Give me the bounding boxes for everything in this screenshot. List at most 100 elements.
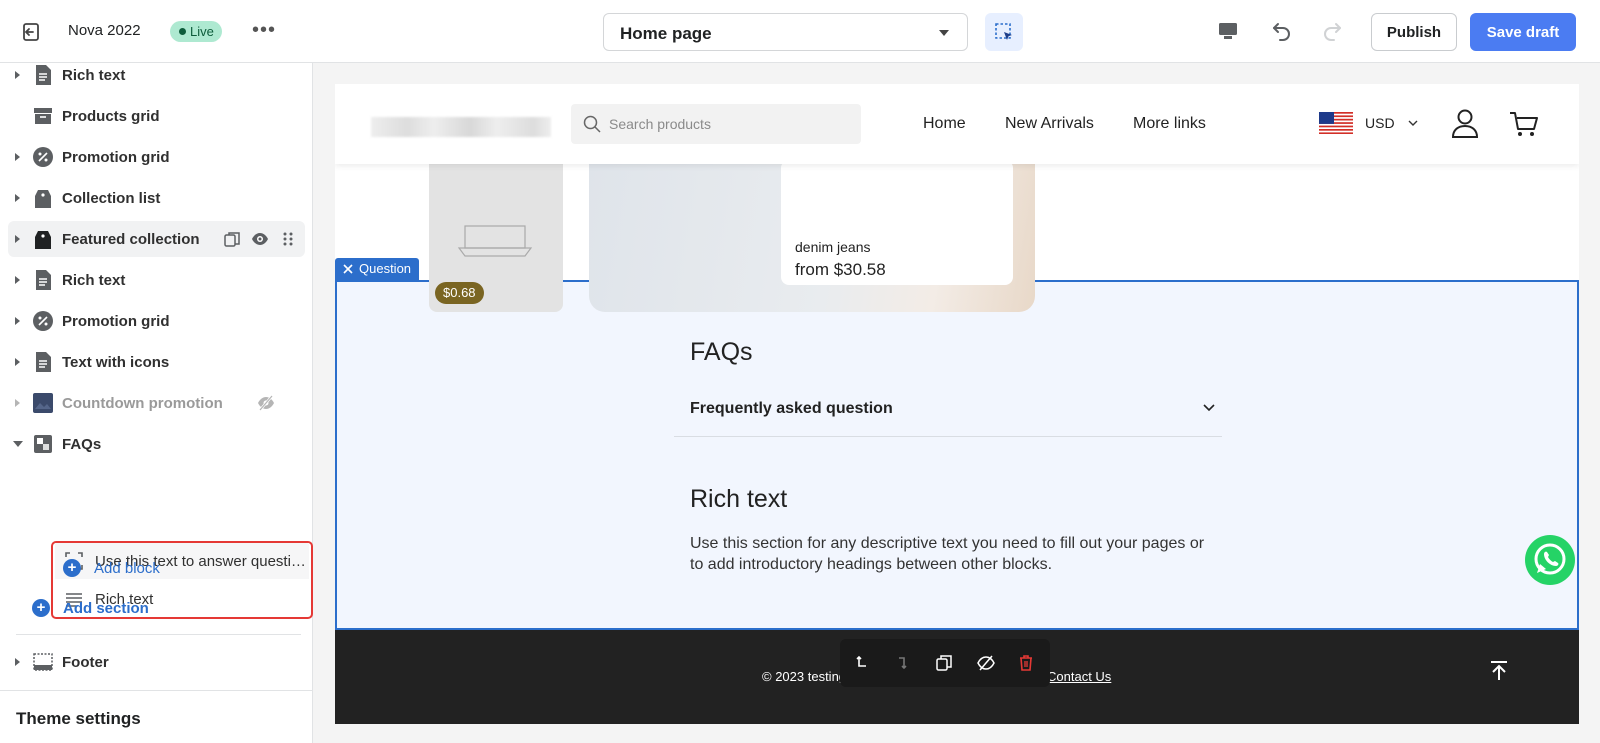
nav-link-more-links[interactable]: More links	[1133, 115, 1206, 133]
delete-icon[interactable]	[1016, 653, 1036, 673]
live-status-badge: Live	[170, 21, 222, 42]
eye-hidden-icon[interactable]	[976, 653, 996, 673]
eye-icon[interactable]	[251, 230, 269, 248]
store-footer: © 2023 testing Contact Us	[335, 630, 1579, 724]
sidebar-section-label: Collection list	[62, 190, 161, 207]
sidebar-section-label: Promotion grid	[62, 313, 170, 330]
document-icon	[36, 352, 51, 372]
top-bar: Nova 2022 Live ••• Home page Publish Sav…	[0, 0, 1600, 63]
inspector-toggle-button[interactable]	[985, 13, 1023, 51]
store-logo[interactable]	[371, 117, 551, 137]
caret-right-icon[interactable]	[15, 276, 20, 284]
duplicate-icon[interactable]	[934, 653, 954, 673]
page-selector[interactable]: Home page	[603, 13, 968, 51]
nav-link-home[interactable]: Home	[923, 115, 966, 133]
move-up-icon[interactable]	[852, 653, 872, 673]
search-products-input[interactable]: Search products	[571, 104, 861, 144]
sidebar-section-label: Footer	[62, 654, 109, 671]
currency-selector[interactable]: USD	[1365, 115, 1395, 131]
price-badge: $0.68	[435, 282, 484, 304]
faq-section[interactable]: FAQs Frequently asked question Rich text…	[335, 280, 1579, 630]
caret-right-icon[interactable]	[15, 358, 20, 366]
select-cursor-icon	[995, 23, 1012, 40]
user-account-icon[interactable]	[1451, 108, 1479, 138]
sidebar-section-label: Rich text	[62, 67, 126, 84]
footer-icon	[33, 653, 53, 671]
sidebar-section-faqs[interactable]: FAQs	[8, 426, 305, 462]
sidebar-divider	[16, 634, 301, 635]
undo-icon[interactable]	[1270, 19, 1294, 43]
chevron-down-icon[interactable]	[1201, 400, 1217, 416]
sidebar-section-featured-collection[interactable]: Featured collection	[8, 221, 305, 257]
footer-copyright: © 2023 testing	[762, 669, 847, 684]
sidebar-section-label: Text with icons	[62, 354, 170, 371]
sidebar-section-label: Rich text	[62, 272, 126, 289]
sidebar-section-promotion-grid[interactable]: Promotion grid	[8, 139, 305, 175]
chevron-down-icon[interactable]	[1407, 117, 1419, 129]
sidebar-section-label: Countdown promotion	[62, 395, 223, 412]
plus-circle-icon: +	[63, 559, 81, 577]
selected-block-tag[interactable]: Question	[335, 258, 420, 280]
caret-right-icon[interactable]	[15, 658, 20, 666]
sections-sidebar: Rich text Products grid Promotion grid C…	[0, 63, 313, 743]
cart-icon[interactable]	[1509, 110, 1539, 138]
sidebar-section-collection-list[interactable]: Collection list	[8, 180, 305, 216]
caret-right-icon[interactable]	[15, 194, 20, 202]
rich-text-body: Use this section for any descriptive tex…	[690, 535, 1205, 573]
sidebar-section-text-with-icons[interactable]: Text with icons	[8, 344, 305, 380]
sidebar-section-rich-text-2[interactable]: Rich text	[8, 262, 305, 298]
us-flag-icon[interactable]	[1319, 112, 1353, 134]
eye-hidden-icon[interactable]	[257, 394, 275, 412]
image-icon	[33, 393, 53, 413]
back-to-top-icon[interactable]	[1487, 659, 1511, 683]
sidebar-section-rich-text[interactable]: Rich text	[8, 57, 305, 93]
sidebar-divider	[0, 690, 313, 691]
faq-heading: FAQs	[690, 338, 753, 366]
redo-icon[interactable]	[1320, 19, 1344, 43]
caret-right-icon[interactable]	[15, 317, 20, 325]
exit-icon[interactable]	[20, 21, 42, 43]
faq-icon	[34, 435, 52, 453]
desktop-view-icon[interactable]	[1217, 20, 1239, 42]
search-placeholder: Search products	[609, 116, 711, 132]
add-block-link[interactable]: + Add block	[63, 559, 160, 577]
caret-right-icon[interactable]	[15, 153, 20, 161]
faq-divider	[674, 436, 1222, 437]
move-down-icon[interactable]	[892, 653, 912, 673]
product-card[interactable]: $0.68	[429, 146, 563, 312]
whatsapp-icon	[1534, 543, 1566, 575]
collection-card-price: from $30.58	[795, 260, 886, 279]
plus-circle-icon: +	[32, 599, 50, 617]
caret-right-icon[interactable]	[15, 399, 20, 407]
tag-icon	[35, 231, 51, 249]
sidebar-section-products-grid[interactable]: Products grid	[8, 98, 305, 134]
close-icon[interactable]	[342, 263, 354, 275]
theme-settings-link[interactable]: Theme settings	[16, 709, 141, 729]
search-icon	[583, 115, 601, 133]
collection-card[interactable]: denim jeans from $30.58	[589, 146, 1035, 312]
sidebar-section-label: Featured collection	[62, 231, 200, 248]
sidebar-section-countdown-promotion[interactable]: Countdown promotion	[8, 385, 305, 421]
faq-question[interactable]: Frequently asked question	[690, 400, 893, 418]
caret-right-icon[interactable]	[15, 235, 20, 243]
discount-icon	[33, 147, 53, 167]
sidebar-section-label: FAQs	[62, 436, 102, 453]
caret-right-icon[interactable]	[15, 71, 20, 79]
footer-contact-link[interactable]: Contact Us	[1047, 669, 1111, 684]
duplicate-icon[interactable]	[223, 230, 241, 248]
add-block-label: Add block	[94, 559, 160, 577]
sidebar-section-promotion-grid-2[interactable]: Promotion grid	[8, 303, 305, 339]
storefront-preview: Search products Home New Arrivals More l…	[335, 84, 1579, 724]
sidebar-section-footer[interactable]: Footer	[8, 644, 305, 680]
document-icon	[36, 270, 51, 290]
more-actions-button[interactable]: •••	[252, 20, 276, 40]
save-draft-button[interactable]: Save draft	[1470, 13, 1576, 51]
publish-button[interactable]: Publish	[1371, 13, 1457, 51]
caret-down-icon[interactable]	[13, 441, 23, 447]
add-section-link[interactable]: + Add section	[32, 599, 149, 617]
whatsapp-chat-button[interactable]	[1525, 535, 1575, 585]
drag-handle-icon[interactable]	[279, 230, 297, 248]
nav-link-new-arrivals[interactable]: New Arrivals	[1005, 115, 1094, 133]
store-header: Search products Home New Arrivals More l…	[335, 84, 1579, 164]
archive-icon	[34, 108, 52, 124]
